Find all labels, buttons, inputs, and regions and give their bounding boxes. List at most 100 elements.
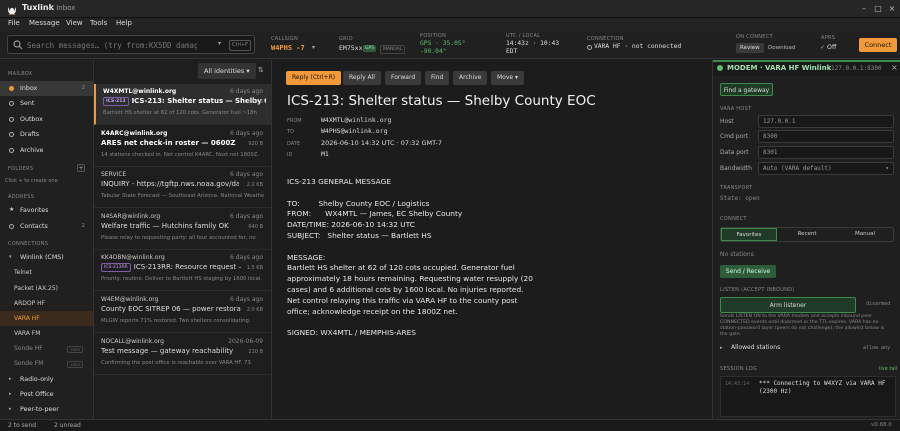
close-panel-icon[interactable]: ×	[891, 63, 898, 72]
contacts-icon	[9, 224, 14, 229]
sidebar-item-vara-fm[interactable]: VARA FM	[0, 326, 93, 341]
host-label: Host	[720, 118, 734, 125]
move-button[interactable]: Move ▾	[491, 71, 525, 85]
connect-button[interactable]: Connect	[859, 38, 897, 52]
message-time: 6 days ago	[230, 213, 263, 220]
connection-status-icon	[587, 45, 592, 50]
message-row[interactable]: KK4OBN@winlink.org 6 days ago ICS-213RR I…	[94, 250, 271, 291]
sidebar-item-label: Packet (AX.25)	[14, 285, 58, 292]
live-tail-toggle[interactable]: live tail	[879, 366, 897, 372]
callsign-value[interactable]: W4PHS -7	[271, 44, 305, 52]
sidebar-item-packet[interactable]: Packet (AX.25)	[0, 281, 93, 296]
message-time: 6 days ago	[230, 88, 263, 95]
message-size: 1.8 KB	[246, 99, 263, 105]
close-window-button[interactable]: ×	[885, 2, 899, 16]
aprs-label: APRS	[821, 35, 836, 41]
allowed-stations-row[interactable]: ▸ Allowed stations allow any	[720, 344, 896, 357]
menu-help[interactable]: Help	[116, 19, 132, 27]
gps-badge[interactable]: GPS	[363, 45, 377, 52]
tab-recent[interactable]: Recent	[779, 228, 835, 241]
header-from-value[interactable]: W4XMTL@winlink.org	[321, 116, 391, 124]
cmd-port-input[interactable]: 8300	[758, 130, 894, 143]
find-button[interactable]: Find	[425, 71, 450, 85]
grid-label: GRID	[339, 36, 353, 42]
message-time: 6 days ago	[230, 171, 263, 178]
reply-button[interactable]: Reply (Ctrl+R)	[286, 71, 342, 85]
sidebar-group-winlink[interactable]: ▾ Winlink (CMS)	[0, 250, 93, 265]
tab-favorites[interactable]: Favorites	[721, 228, 777, 241]
sidebar-group-post-office[interactable]: ▸ Post Office	[0, 387, 93, 402]
sidebar-item-ardop-hf[interactable]: ARDOP HF	[0, 296, 93, 311]
sort-icon[interactable]: ⇅	[258, 66, 264, 74]
menu-view[interactable]: View	[66, 19, 83, 27]
allow-any-text: allow any	[863, 345, 891, 351]
utc-line1: 14:43z · 10:43	[506, 40, 560, 47]
minimize-button[interactable]: –	[857, 2, 871, 16]
connection-label: CONNECTION	[587, 36, 624, 42]
sidebar-item-sonde-hf[interactable]: Sonde HF soon	[0, 341, 93, 356]
sidebar-item-favorites[interactable]: ★ Favorites	[0, 203, 93, 218]
identity-select[interactable]: All identities ▾	[198, 63, 256, 79]
menu-message[interactable]: Message	[29, 19, 60, 27]
search-input[interactable]	[27, 39, 197, 51]
connect-section-label: CONNECT	[720, 216, 747, 222]
message-row[interactable]: NOCALL@winlink.org 2026-06-09 Test messa…	[94, 334, 271, 375]
arm-listener-button[interactable]: Arm listener	[720, 297, 856, 313]
search-box[interactable]: ▾ Ctrl+F	[7, 35, 255, 54]
sidebar-group-radio-only[interactable]: ▸ Radio-only	[0, 372, 93, 387]
message-row[interactable]: W4XMTL@winlink.org 6 days ago ICS-213 ICS…	[94, 84, 271, 125]
message-row[interactable]: K4ARC@winlink.org 6 days ago ARES net ch…	[94, 126, 271, 167]
bandwidth-select[interactable]: Auto (VARA default) ▾	[758, 162, 894, 175]
status-bar: 2 to send 2 unread v0.68.0	[0, 419, 900, 431]
header-to-value[interactable]: W4PHS@winlink.org	[321, 127, 388, 135]
download-button[interactable]: Download	[764, 43, 799, 53]
archive-button[interactable]: Archive	[453, 71, 488, 85]
sidebar-item-telnet[interactable]: Telnet	[0, 265, 93, 280]
send-receive-button[interactable]: Send / Receive	[720, 265, 776, 278]
review-button[interactable]: Review	[736, 43, 764, 53]
message-subject: INQUIRY - https://tgftp.nws.noaa.gov/dat…	[101, 180, 239, 188]
listen-description-line: station-password layer (peers do not cha…	[720, 326, 885, 332]
manual-badge[interactable]: MANUAL	[380, 45, 406, 54]
data-port-input[interactable]: 8301	[758, 146, 894, 159]
callsign-dropdown-icon[interactable]: ▾	[312, 44, 315, 51]
message-subject-line: ICS-213RRICS-213RR: Resource request — c…	[101, 263, 241, 272]
aprs-value[interactable]: Off	[827, 44, 836, 51]
message-from: W4EM@winlink.org	[101, 296, 159, 303]
tab-manual[interactable]: Manual	[837, 228, 893, 241]
sidebar-item-sent[interactable]: Sent	[0, 96, 93, 111]
soon-badge: soon	[67, 361, 83, 368]
menu-file[interactable]: File	[8, 19, 20, 27]
message-size: 210 B	[248, 349, 263, 355]
forward-button[interactable]: Forward	[385, 71, 422, 85]
body-line: SUBJECT: Shelter status — Bartlett HS	[287, 230, 432, 240]
body-line: SIGNED: WX4MTL / MEMPHIS-ARES	[287, 328, 416, 338]
add-folder-button[interactable]: +	[77, 164, 85, 172]
sidebar-item-vara-hf[interactable]: VARA HF	[0, 311, 93, 326]
sidebar-item-outbox[interactable]: Outbox	[0, 112, 93, 127]
search-dropdown-icon[interactable]: ▾	[218, 40, 221, 47]
message-row[interactable]: W4EM@winlink.org 6 days ago County EOC S…	[94, 292, 271, 333]
sidebar-item-label: Drafts	[20, 131, 40, 138]
form-tag: ICS-213	[103, 97, 129, 106]
reply-all-button[interactable]: Reply All	[343, 71, 381, 85]
find-gateway-button[interactable]: Find a gateway	[720, 83, 773, 96]
sidebar-item-count: 2	[81, 85, 86, 91]
bandwidth-value: Auto (VARA default)	[763, 165, 832, 172]
sidebar-item-sonde-fm[interactable]: Sonde FM soon	[0, 356, 93, 371]
menu-bar: File Message View Tools Help	[0, 18, 900, 31]
body-line: office; acknowledge receipt on the 1800Z…	[287, 306, 458, 316]
sidebar-group-peer-to-peer[interactable]: ▸ Peer-to-peer	[0, 402, 93, 417]
sidebar-item-label: Archive	[20, 147, 44, 154]
sidebar-item-contacts[interactable]: Contacts 2	[0, 219, 93, 234]
sidebar-item-inbox[interactable]: Inbox 2	[0, 81, 93, 96]
message-row[interactable]: N4SAR@winlink.org 6 days ago Welfare tra…	[94, 209, 271, 250]
menu-tools[interactable]: Tools	[90, 19, 107, 27]
sidebar-item-drafts[interactable]: Drafts	[0, 127, 93, 142]
maximize-button[interactable]: □	[871, 2, 885, 16]
message-row[interactable]: SERVICE 6 days ago INQUIRY - https://tgf…	[94, 167, 271, 208]
aprs-toggle-icon[interactable]: ✓	[820, 44, 825, 51]
sidebar-item-archive[interactable]: Archive	[0, 143, 93, 158]
message-size: 920 B	[248, 141, 263, 147]
host-input[interactable]: 127.0.0.1	[758, 115, 894, 128]
